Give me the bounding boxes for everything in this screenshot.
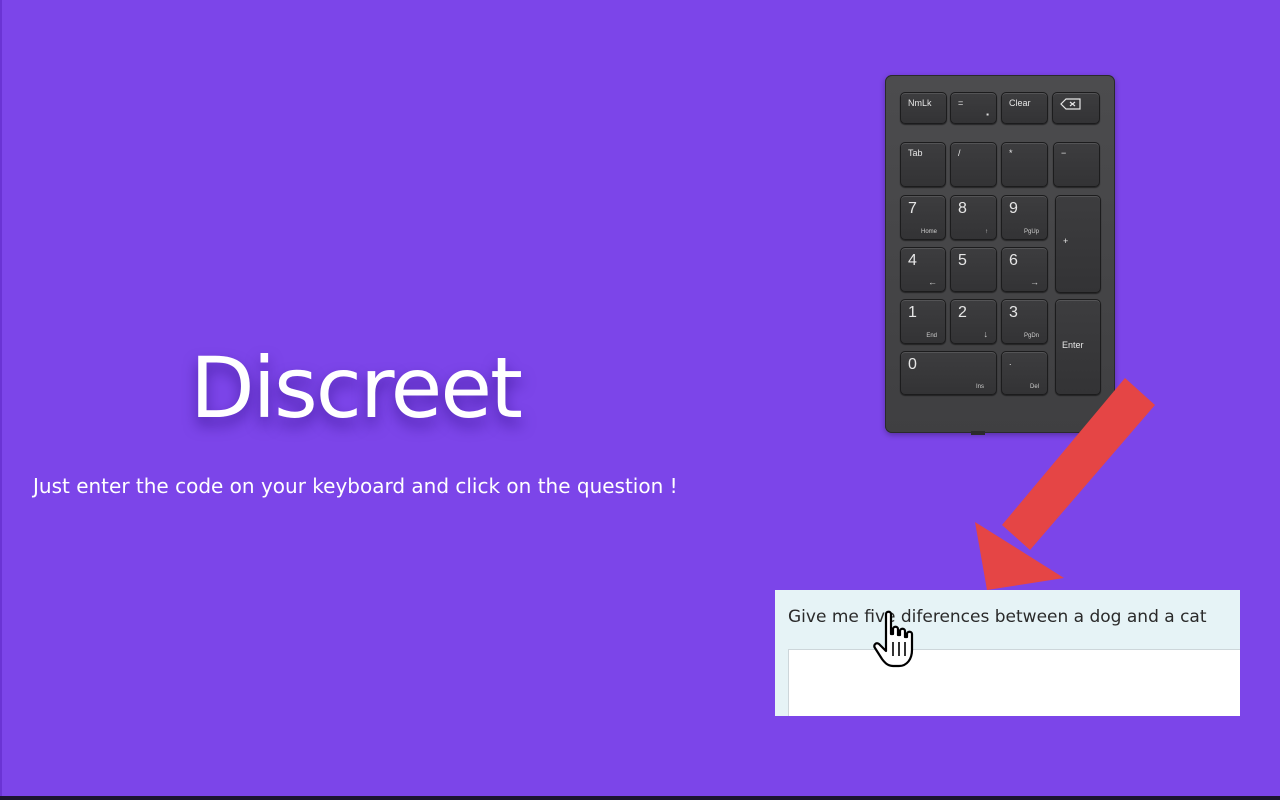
- key-3: 3 PgDn: [1001, 299, 1048, 344]
- key-label: 6: [1009, 252, 1018, 269]
- key-label: Tab: [908, 148, 923, 158]
- key-label: +: [1063, 236, 1069, 246]
- question-card[interactable]: Give me five diferences between a dog an…: [775, 590, 1240, 716]
- key-6: 6 →: [1001, 247, 1048, 292]
- key-label: =: [958, 98, 964, 108]
- key-tab: Tab: [900, 142, 946, 187]
- key-sublabel: End: [926, 333, 937, 339]
- key-multiply: *: [1001, 142, 1048, 187]
- key-sublabel: ←: [928, 277, 937, 287]
- key-2: 2 ↓: [950, 299, 997, 344]
- key-1: 1 End: [900, 299, 946, 344]
- key-sublabel: PgDn: [1023, 333, 1039, 339]
- keypad-foot: [971, 431, 985, 435]
- key-label: 7: [908, 200, 917, 217]
- key-divide: /: [950, 142, 997, 187]
- page-title: Discreet: [190, 339, 523, 437]
- key-label: NmLk: [908, 98, 932, 108]
- question-text[interactable]: Give me five diferences between a dog an…: [788, 606, 1207, 628]
- key-clear: Clear: [1001, 92, 1048, 124]
- key-sublabel: Del: [1029, 384, 1039, 390]
- key-backspace: [1052, 92, 1100, 124]
- key-7: 7 Home: [900, 195, 946, 240]
- key-sublabel: PgUp: [1023, 229, 1039, 235]
- key-label: /: [958, 148, 961, 158]
- key-label: *: [1009, 148, 1013, 158]
- hand-cursor-icon: [873, 610, 914, 668]
- key-minus: −: [1053, 142, 1100, 187]
- answer-textarea[interactable]: [788, 649, 1240, 716]
- key-label: 0: [908, 356, 917, 373]
- key-label: Enter: [1062, 340, 1084, 350]
- key-numlock: NmLk: [900, 92, 947, 124]
- key-4: 4 ←: [900, 247, 946, 292]
- arrow-head: [975, 522, 1064, 590]
- backspace-icon: [1060, 98, 1081, 110]
- key-sublabel: Ins: [975, 384, 984, 390]
- key-plus: +: [1055, 195, 1101, 293]
- key-label: 5: [958, 252, 967, 269]
- key-enter: Enter: [1055, 299, 1101, 395]
- key-decimal: . Del: [1001, 351, 1048, 395]
- key-9: 9 PgUp: [1001, 195, 1048, 240]
- key-label: 4: [908, 252, 917, 269]
- window-edge: [0, 0, 2, 796]
- key-0: 0 Ins: [900, 351, 997, 395]
- key-label: 2: [958, 304, 967, 321]
- taskbar-strip: [0, 796, 1280, 800]
- calculator-icon: ▪: [986, 110, 989, 119]
- key-label: 3: [1009, 304, 1018, 321]
- keypad-image: NmLk = ▪ Clear Tab / * − 7 Home 8 ↑ 9 Pg…: [885, 75, 1115, 433]
- key-sublabel: ↓: [983, 329, 989, 339]
- key-8: 8 ↑: [950, 195, 997, 240]
- key-sublabel: →: [1030, 277, 1039, 287]
- key-label: .: [1009, 357, 1012, 367]
- key-label: 9: [1009, 200, 1018, 217]
- key-label: 1: [908, 304, 917, 321]
- key-equals: = ▪: [950, 92, 997, 124]
- key-sublabel: ↑: [985, 229, 988, 235]
- key-label: Clear: [1009, 98, 1031, 108]
- key-label: 8: [958, 200, 967, 217]
- tagline: Just enter the code on your keyboard and…: [33, 474, 678, 498]
- key-label: −: [1061, 148, 1067, 158]
- key-5: 5: [950, 247, 997, 292]
- key-sublabel: Home: [920, 229, 937, 235]
- page: Discreet Just enter the code on your key…: [0, 0, 1280, 800]
